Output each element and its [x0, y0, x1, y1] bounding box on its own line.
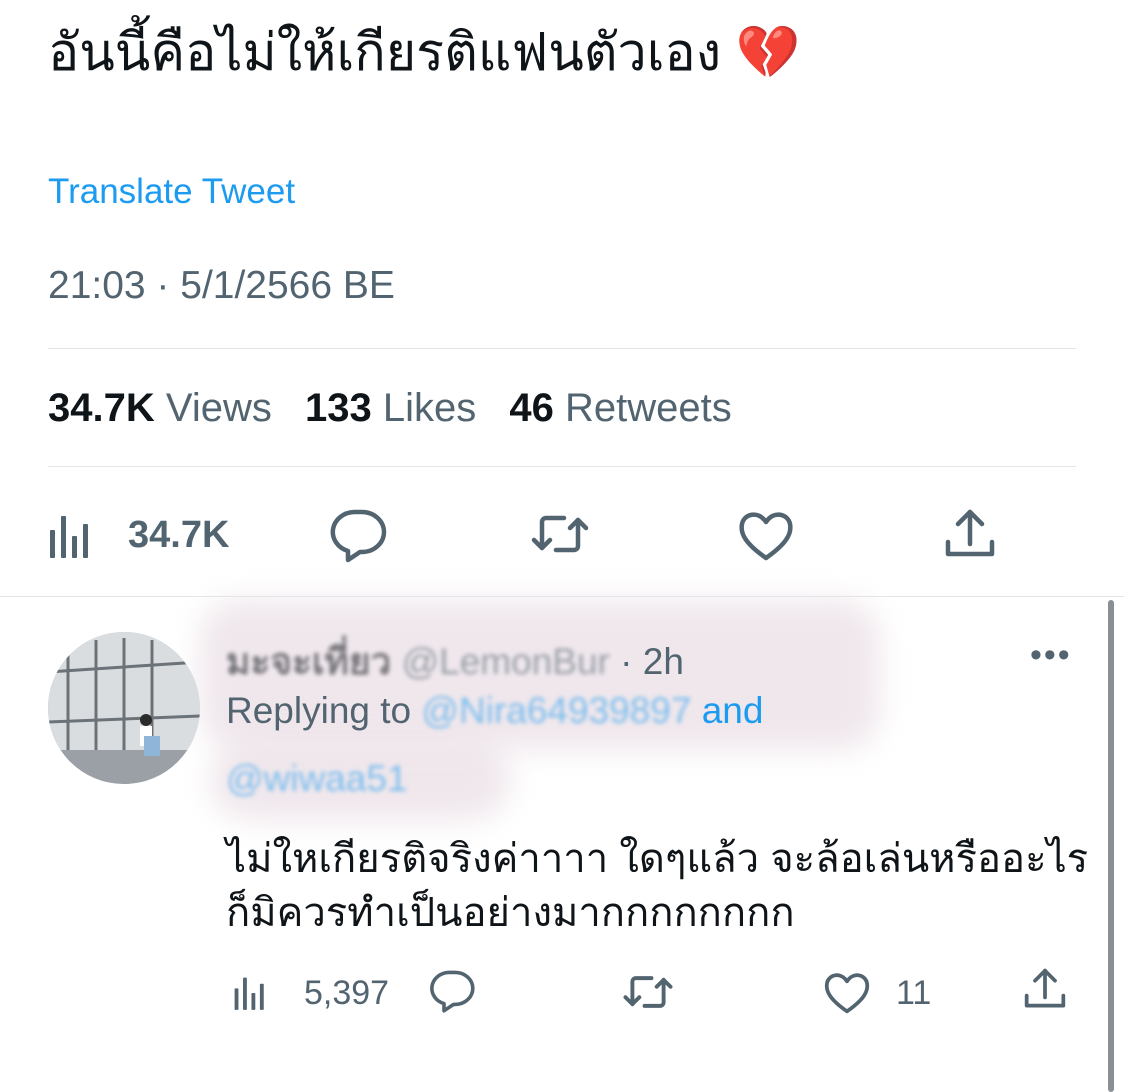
reply-text: ไม่ใหเกียรติจริงค่าาาา ใดๆแล้ว จะล้อเล่น…: [226, 837, 1089, 935]
replying-user-link-2[interactable]: @wiwaa51: [226, 758, 408, 800]
views-label[interactable]: Views: [166, 386, 272, 430]
replying-user-link[interactable]: @Nira64939897: [421, 690, 691, 731]
divider: [48, 466, 1076, 467]
tweet-timestamp[interactable]: 21:03 · 5/1/2566 BE: [48, 264, 395, 308]
views-count: 34.7K: [48, 386, 155, 430]
reply-handle[interactable]: @LemonBur: [402, 641, 610, 682]
reply-retweet-icon[interactable]: [622, 966, 674, 1018]
replying-and: and: [701, 690, 764, 731]
likes-count: 133: [304, 386, 372, 430]
retweets-label[interactable]: Retweets: [565, 386, 732, 430]
translate-tweet-link[interactable]: Translate Tweet: [48, 172, 295, 212]
replying-prefix: Replying to: [226, 690, 412, 731]
reply-views-count: 5,397: [304, 974, 390, 1012]
likes-label[interactable]: Likes: [383, 386, 476, 430]
reply-time[interactable]: · 2h: [620, 641, 684, 682]
reply-share-icon[interactable]: [1020, 964, 1070, 1014]
more-options-icon[interactable]: •••: [1030, 636, 1072, 675]
divider: [48, 348, 1076, 349]
reply-reply-icon[interactable]: [428, 966, 476, 1014]
replying-to: Replying to @Nira64939897 and: [226, 690, 763, 732]
tweet-stats: 34.7K Views 133 Likes 46 Retweets: [48, 386, 754, 431]
reply-views-icon[interactable]: [230, 970, 276, 1016]
like-icon[interactable]: [736, 506, 796, 566]
reply-likes-count: 11: [896, 974, 932, 1012]
action-views-count: 34.7K: [128, 514, 230, 556]
reply-like-icon[interactable]: [822, 968, 872, 1018]
reply-icon[interactable]: [328, 504, 388, 564]
views-icon[interactable]: [44, 506, 104, 566]
reply-display-name[interactable]: มะจะเที่ยว: [226, 641, 391, 682]
scrollbar[interactable]: [1108, 600, 1114, 1092]
retweet-icon[interactable]: [530, 504, 590, 564]
share-icon[interactable]: [940, 504, 1000, 564]
tweet-text: อันนี้คือไม่ให้เกียรติแฟนตัวเอง 💔: [48, 24, 801, 82]
reply-header: มะจะเที่ยว @LemonBur · 2h: [226, 632, 684, 691]
avatar[interactable]: [48, 632, 200, 784]
retweets-count: 46: [509, 386, 554, 430]
section-divider: [0, 596, 1124, 597]
